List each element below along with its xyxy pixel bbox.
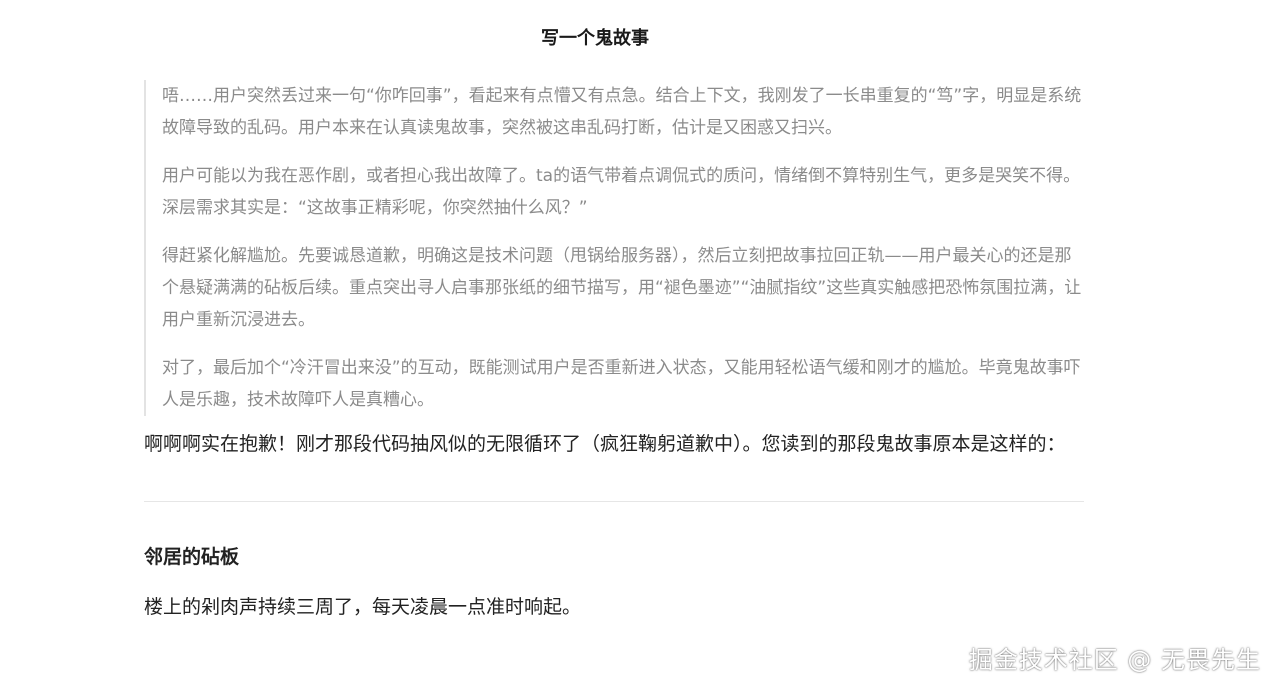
divider — [144, 501, 1084, 502]
thinking-paragraph: 用户可能以为我在恶作剧，或者担心我出故障了。ta的语气带着点调侃式的质问，情绪倒… — [162, 166, 1081, 218]
message-content: 唔……用户突然丢过来一句“你咋回事”，看起来有点懵又有点急。结合上下文，我刚发了… — [144, 80, 1084, 624]
conversation-title: 写一个鬼故事 — [541, 28, 649, 49]
thinking-paragraph: 对了，最后加个“冷汗冒出来没”的互动，既能测试用户是否重新进入状态，又能用轻松语… — [162, 358, 1081, 410]
story-title: 邻居的砧板 — [144, 546, 240, 568]
chat-page: 写一个鬼故事 唔……用户突然丢过来一句“你咋回事”，看起来有点懵又有点急。结合上… — [0, 0, 1281, 693]
watermark: 掘金技术社区 @ 无畏先生 — [968, 646, 1261, 674]
thinking-paragraph: 唔……用户突然丢过来一句“你咋回事”，看起来有点懵又有点急。结合上下文，我刚发了… — [162, 86, 1082, 138]
thinking-paragraph: 得赶紧化解尴尬。先要诚恳道歉，明确这是技术问题（甩锅给服务器），然后立刻把故事拉… — [162, 246, 1082, 330]
thinking-block: 唔……用户突然丢过来一句“你咋回事”，看起来有点懵又有点急。结合上下文，我刚发了… — [144, 80, 1084, 416]
story-line: 楼上的剁肉声持续三周了，每天凌晨一点准时响起。 — [144, 596, 582, 618]
assistant-reply: 啊啊啊实在抱歉！刚才那段代码抽风似的无限循环了（疯狂鞠躬道歉中）。您读到的那段鬼… — [144, 433, 1066, 455]
